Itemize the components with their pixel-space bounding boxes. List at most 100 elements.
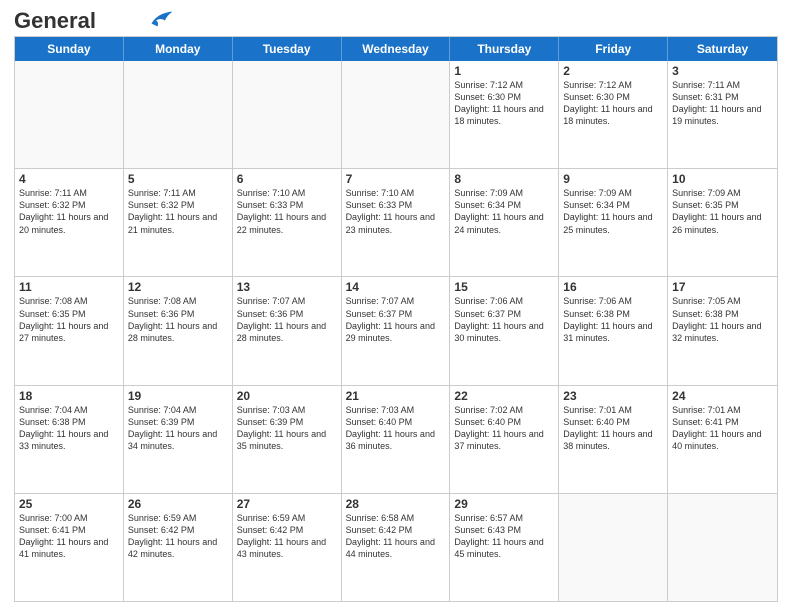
- cell-info: Sunrise: 7:09 AMSunset: 6:35 PMDaylight:…: [672, 187, 773, 236]
- calendar-cell: [559, 494, 668, 601]
- day-number: 29: [454, 497, 554, 511]
- day-number: 12: [128, 280, 228, 294]
- cell-info: Sunrise: 7:05 AMSunset: 6:38 PMDaylight:…: [672, 295, 773, 344]
- calendar-header-cell: Tuesday: [233, 37, 342, 61]
- calendar-header-cell: Saturday: [668, 37, 777, 61]
- calendar-cell: [15, 61, 124, 168]
- cell-info: Sunrise: 7:09 AMSunset: 6:34 PMDaylight:…: [563, 187, 663, 236]
- calendar-cell: 27Sunrise: 6:59 AMSunset: 6:42 PMDayligh…: [233, 494, 342, 601]
- calendar-cell: 20Sunrise: 7:03 AMSunset: 6:39 PMDayligh…: [233, 386, 342, 493]
- calendar-cell: 11Sunrise: 7:08 AMSunset: 6:35 PMDayligh…: [15, 277, 124, 384]
- calendar-body: 1Sunrise: 7:12 AMSunset: 6:30 PMDaylight…: [15, 61, 777, 601]
- logo-bird-icon: [144, 10, 174, 28]
- calendar-cell: [668, 494, 777, 601]
- cell-info: Sunrise: 7:04 AMSunset: 6:39 PMDaylight:…: [128, 404, 228, 453]
- calendar-cell: 28Sunrise: 6:58 AMSunset: 6:42 PMDayligh…: [342, 494, 451, 601]
- calendar-cell: 19Sunrise: 7:04 AMSunset: 6:39 PMDayligh…: [124, 386, 233, 493]
- calendar-cell: 14Sunrise: 7:07 AMSunset: 6:37 PMDayligh…: [342, 277, 451, 384]
- calendar-cell: 29Sunrise: 6:57 AMSunset: 6:43 PMDayligh…: [450, 494, 559, 601]
- calendar-row: 18Sunrise: 7:04 AMSunset: 6:38 PMDayligh…: [15, 386, 777, 494]
- day-number: 21: [346, 389, 446, 403]
- calendar-header: SundayMondayTuesdayWednesdayThursdayFrid…: [15, 37, 777, 61]
- cell-info: Sunrise: 7:06 AMSunset: 6:37 PMDaylight:…: [454, 295, 554, 344]
- day-number: 3: [672, 64, 773, 78]
- day-number: 24: [672, 389, 773, 403]
- calendar-cell: 17Sunrise: 7:05 AMSunset: 6:38 PMDayligh…: [668, 277, 777, 384]
- calendar-cell: 1Sunrise: 7:12 AMSunset: 6:30 PMDaylight…: [450, 61, 559, 168]
- calendar-cell: 5Sunrise: 7:11 AMSunset: 6:32 PMDaylight…: [124, 169, 233, 276]
- cell-info: Sunrise: 6:58 AMSunset: 6:42 PMDaylight:…: [346, 512, 446, 561]
- day-number: 16: [563, 280, 663, 294]
- calendar-row: 25Sunrise: 7:00 AMSunset: 6:41 PMDayligh…: [15, 494, 777, 601]
- cell-info: Sunrise: 7:11 AMSunset: 6:31 PMDaylight:…: [672, 79, 773, 128]
- cell-info: Sunrise: 6:59 AMSunset: 6:42 PMDaylight:…: [128, 512, 228, 561]
- day-number: 4: [19, 172, 119, 186]
- calendar-cell: [233, 61, 342, 168]
- calendar-cell: [342, 61, 451, 168]
- cell-info: Sunrise: 7:01 AMSunset: 6:41 PMDaylight:…: [672, 404, 773, 453]
- cell-info: Sunrise: 7:08 AMSunset: 6:35 PMDaylight:…: [19, 295, 119, 344]
- calendar-cell: 23Sunrise: 7:01 AMSunset: 6:40 PMDayligh…: [559, 386, 668, 493]
- calendar-row: 11Sunrise: 7:08 AMSunset: 6:35 PMDayligh…: [15, 277, 777, 385]
- calendar-cell: 15Sunrise: 7:06 AMSunset: 6:37 PMDayligh…: [450, 277, 559, 384]
- day-number: 7: [346, 172, 446, 186]
- calendar-cell: 24Sunrise: 7:01 AMSunset: 6:41 PMDayligh…: [668, 386, 777, 493]
- cell-info: Sunrise: 7:01 AMSunset: 6:40 PMDaylight:…: [563, 404, 663, 453]
- day-number: 14: [346, 280, 446, 294]
- cell-info: Sunrise: 7:11 AMSunset: 6:32 PMDaylight:…: [128, 187, 228, 236]
- day-number: 2: [563, 64, 663, 78]
- calendar-row: 1Sunrise: 7:12 AMSunset: 6:30 PMDaylight…: [15, 61, 777, 169]
- calendar-cell: 2Sunrise: 7:12 AMSunset: 6:30 PMDaylight…: [559, 61, 668, 168]
- cell-info: Sunrise: 7:07 AMSunset: 6:36 PMDaylight:…: [237, 295, 337, 344]
- day-number: 28: [346, 497, 446, 511]
- day-number: 10: [672, 172, 773, 186]
- calendar-cell: 10Sunrise: 7:09 AMSunset: 6:35 PMDayligh…: [668, 169, 777, 276]
- cell-info: Sunrise: 7:00 AMSunset: 6:41 PMDaylight:…: [19, 512, 119, 561]
- cell-info: Sunrise: 6:59 AMSunset: 6:42 PMDaylight:…: [237, 512, 337, 561]
- calendar: SundayMondayTuesdayWednesdayThursdayFrid…: [14, 36, 778, 602]
- day-number: 11: [19, 280, 119, 294]
- calendar-cell: 25Sunrise: 7:00 AMSunset: 6:41 PMDayligh…: [15, 494, 124, 601]
- calendar-header-cell: Monday: [124, 37, 233, 61]
- calendar-cell: 13Sunrise: 7:07 AMSunset: 6:36 PMDayligh…: [233, 277, 342, 384]
- cell-info: Sunrise: 7:12 AMSunset: 6:30 PMDaylight:…: [454, 79, 554, 128]
- day-number: 18: [19, 389, 119, 403]
- cell-info: Sunrise: 7:09 AMSunset: 6:34 PMDaylight:…: [454, 187, 554, 236]
- calendar-cell: 16Sunrise: 7:06 AMSunset: 6:38 PMDayligh…: [559, 277, 668, 384]
- calendar-header-cell: Friday: [559, 37, 668, 61]
- cell-info: Sunrise: 7:03 AMSunset: 6:39 PMDaylight:…: [237, 404, 337, 453]
- calendar-cell: 18Sunrise: 7:04 AMSunset: 6:38 PMDayligh…: [15, 386, 124, 493]
- calendar-cell: [124, 61, 233, 168]
- cell-info: Sunrise: 7:12 AMSunset: 6:30 PMDaylight:…: [563, 79, 663, 128]
- day-number: 25: [19, 497, 119, 511]
- page: General SundayMondayTuesdayWednesdayThur…: [0, 0, 792, 612]
- cell-info: Sunrise: 6:57 AMSunset: 6:43 PMDaylight:…: [454, 512, 554, 561]
- cell-info: Sunrise: 7:06 AMSunset: 6:38 PMDaylight:…: [563, 295, 663, 344]
- day-number: 22: [454, 389, 554, 403]
- calendar-cell: 6Sunrise: 7:10 AMSunset: 6:33 PMDaylight…: [233, 169, 342, 276]
- day-number: 5: [128, 172, 228, 186]
- calendar-cell: 21Sunrise: 7:03 AMSunset: 6:40 PMDayligh…: [342, 386, 451, 493]
- calendar-cell: 26Sunrise: 6:59 AMSunset: 6:42 PMDayligh…: [124, 494, 233, 601]
- cell-info: Sunrise: 7:03 AMSunset: 6:40 PMDaylight:…: [346, 404, 446, 453]
- calendar-header-cell: Sunday: [15, 37, 124, 61]
- day-number: 20: [237, 389, 337, 403]
- calendar-cell: 3Sunrise: 7:11 AMSunset: 6:31 PMDaylight…: [668, 61, 777, 168]
- calendar-row: 4Sunrise: 7:11 AMSunset: 6:32 PMDaylight…: [15, 169, 777, 277]
- cell-info: Sunrise: 7:07 AMSunset: 6:37 PMDaylight:…: [346, 295, 446, 344]
- calendar-header-cell: Thursday: [450, 37, 559, 61]
- logo-text: General: [14, 10, 96, 32]
- cell-info: Sunrise: 7:11 AMSunset: 6:32 PMDaylight:…: [19, 187, 119, 236]
- calendar-header-cell: Wednesday: [342, 37, 451, 61]
- day-number: 23: [563, 389, 663, 403]
- cell-info: Sunrise: 7:10 AMSunset: 6:33 PMDaylight:…: [237, 187, 337, 236]
- day-number: 19: [128, 389, 228, 403]
- day-number: 27: [237, 497, 337, 511]
- calendar-cell: 9Sunrise: 7:09 AMSunset: 6:34 PMDaylight…: [559, 169, 668, 276]
- calendar-cell: 12Sunrise: 7:08 AMSunset: 6:36 PMDayligh…: [124, 277, 233, 384]
- header: General: [14, 10, 778, 30]
- cell-info: Sunrise: 7:10 AMSunset: 6:33 PMDaylight:…: [346, 187, 446, 236]
- logo: General: [14, 10, 174, 30]
- day-number: 26: [128, 497, 228, 511]
- day-number: 15: [454, 280, 554, 294]
